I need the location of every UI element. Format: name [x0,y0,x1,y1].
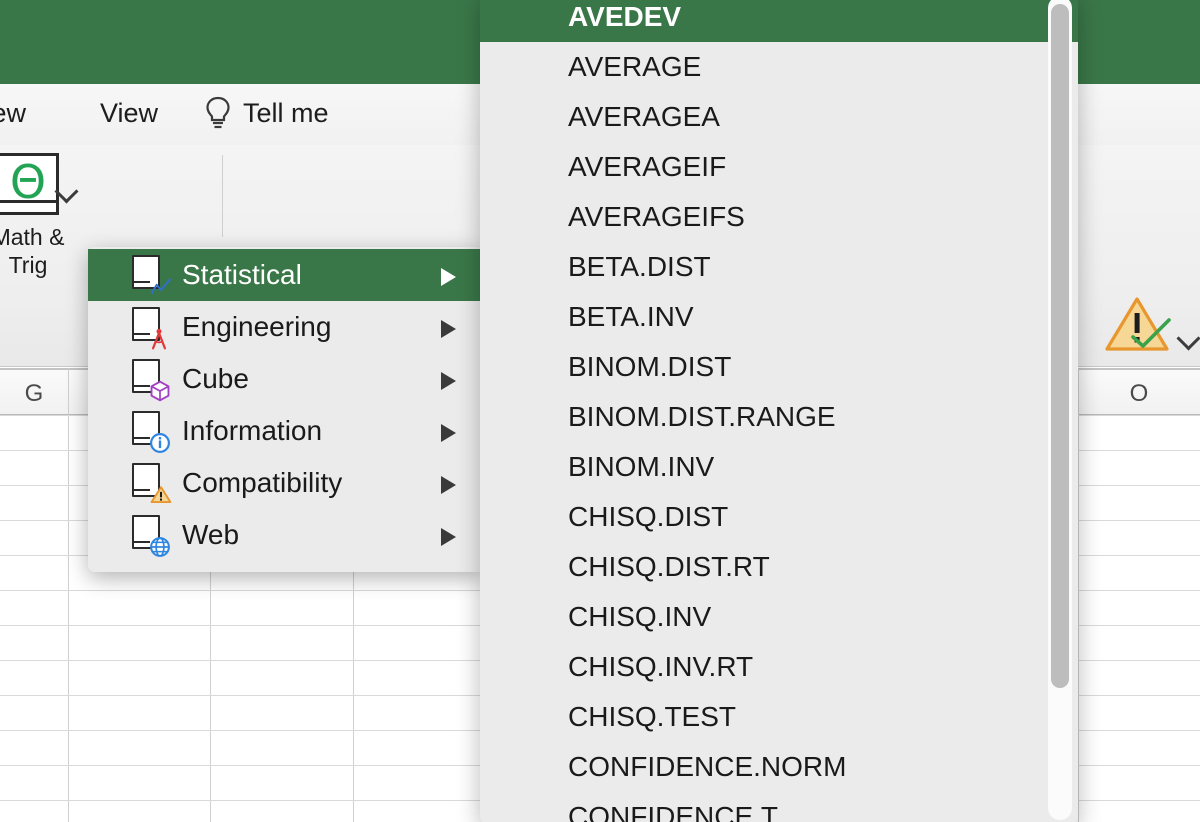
function-item-confidence-t[interactable]: CONFIDENCE.T [480,792,1078,822]
math-trig-label-line2: Trig [9,252,48,278]
submenu-scrollbar-thumb[interactable] [1051,4,1069,688]
column-header-g[interactable]: G [0,380,68,408]
category-item-engineering[interactable]: Engineering [88,301,484,353]
tell-me-label: Tell me [243,98,329,129]
category-label-engineering: Engineering [182,311,331,343]
lightbulb-icon [205,96,231,130]
function-item-avedev[interactable]: AVEDEV [480,0,1078,42]
function-item-chisq-test[interactable]: CHISQ.TEST [480,692,1078,742]
submenu-arrow-icon [441,424,456,442]
function-item-averageifs[interactable]: AVERAGEIFS [480,192,1078,242]
category-item-compatibility[interactable]: Compatibility [88,457,484,509]
warning-check-icon [1103,295,1177,359]
statistical-chart-icon [132,255,166,295]
function-item-beta-dist[interactable]: BETA.DIST [480,242,1078,292]
category-item-cube[interactable]: Cube [88,353,484,405]
tab-review[interactable]: view [0,98,26,129]
function-item-beta-inv[interactable]: BETA.INV [480,292,1078,342]
globe-icon [132,515,166,555]
category-label-web: Web [182,519,239,551]
function-item-averagea[interactable]: AVERAGEA [480,92,1078,142]
statistical-function-submenu: AVEDEV AVERAGE AVERAGEA AVERAGEIF AVERAG… [480,0,1078,822]
category-label-information: Information [182,415,322,447]
submenu-arrow-icon [441,320,456,338]
submenu-arrow-icon [441,372,456,390]
function-item-chisq-inv-rt[interactable]: CHISQ.INV.RT [480,642,1078,692]
math-and-trig-button[interactable]: Θ Math & Trig [0,153,88,279]
function-item-binom-dist-range[interactable]: BINOM.DIST.RANGE [480,392,1078,442]
function-item-chisq-inv[interactable]: CHISQ.INV [480,592,1078,642]
function-item-averageif[interactable]: AVERAGEIF [480,142,1078,192]
function-item-binom-inv[interactable]: BINOM.INV [480,442,1078,492]
category-label-compatibility: Compatibility [182,467,342,499]
function-item-binom-dist[interactable]: BINOM.DIST [480,342,1078,392]
category-item-statistical[interactable]: Statistical [88,249,484,301]
category-label-statistical: Statistical [182,259,302,291]
engineering-compass-icon [132,307,166,347]
submenu-arrow-icon [441,268,456,286]
cube-icon [132,359,166,399]
function-item-chisq-dist-rt[interactable]: CHISQ.DIST.RT [480,542,1078,592]
ribbon-divider [222,155,223,237]
category-item-web[interactable]: Web [88,509,484,561]
tab-view[interactable]: View [100,98,158,129]
function-item-confidence-norm[interactable]: CONFIDENCE.NORM [480,742,1078,792]
category-label-cube: Cube [182,363,249,395]
column-header-o[interactable]: O [1078,380,1200,408]
error-checking-chevron-down-icon[interactable] [1178,330,1200,344]
theta-book-icon: Θ [0,153,59,215]
submenu-arrow-icon [441,476,456,494]
math-trig-chevron-down-icon[interactable] [56,183,78,197]
information-circle-icon [132,411,166,451]
category-item-information[interactable]: Information [88,405,484,457]
tell-me-control[interactable]: Tell me [205,96,329,130]
math-trig-label-line1: Math & [0,224,64,250]
submenu-arrow-icon [441,528,456,546]
warning-triangle-icon [132,463,166,503]
function-category-menu: Statistical Engineering [88,247,484,572]
excel-window: view View Tell me Θ Math & Trig [0,0,1200,822]
function-item-chisq-dist[interactable]: CHISQ.DIST [480,492,1078,542]
function-item-average[interactable]: AVERAGE [480,42,1078,92]
